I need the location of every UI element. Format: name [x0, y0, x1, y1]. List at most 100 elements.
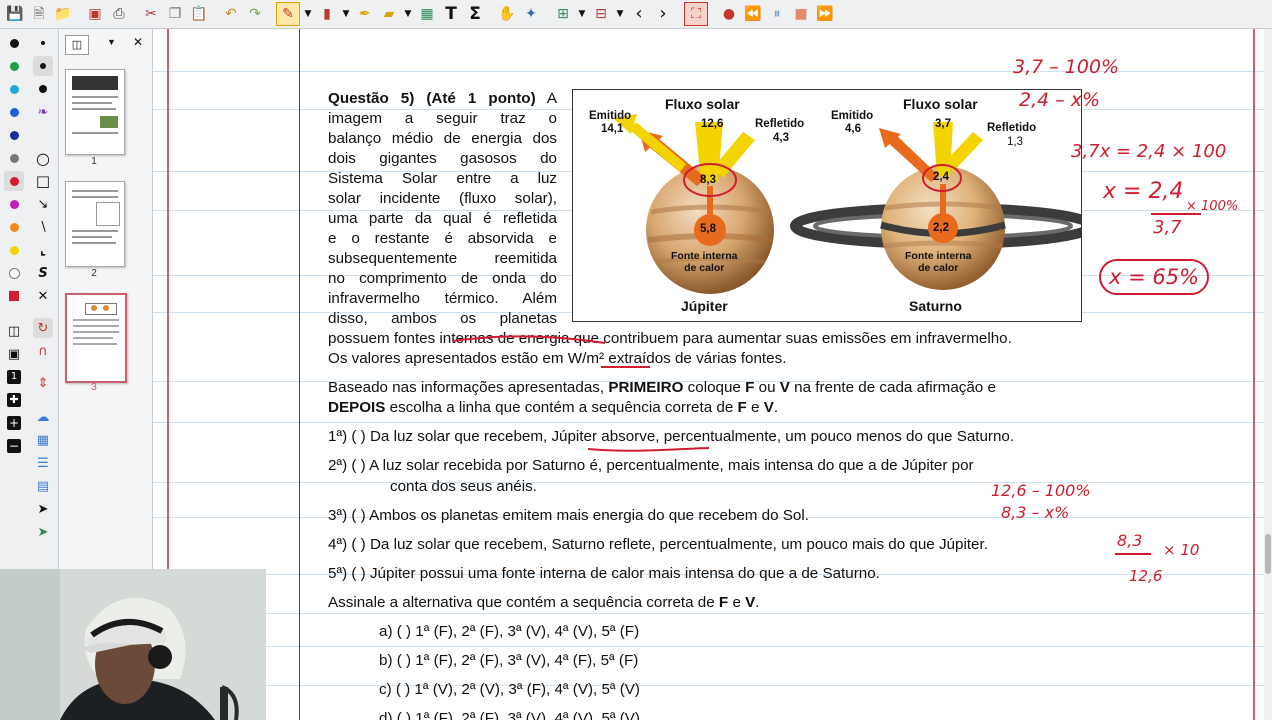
- table-icon[interactable]: ▤: [33, 476, 53, 496]
- thumbnail-page-2[interactable]: [65, 181, 125, 267]
- grid-add-icon[interactable]: ✚: [4, 390, 24, 410]
- record-icon[interactable]: ●: [718, 3, 740, 25]
- handwritten-note: 3,7x = 2,4 × 100: [1071, 141, 1227, 162]
- pen-width-small-icon[interactable]: [33, 33, 53, 53]
- chevron-down-icon[interactable]: ▼: [402, 3, 414, 25]
- line-tool-icon[interactable]: ∖: [33, 217, 53, 237]
- highlighter-icon[interactable]: ✒: [354, 3, 376, 25]
- custom-color-icon[interactable]: [4, 286, 24, 306]
- pen-tool-icon[interactable]: ✎: [276, 2, 300, 26]
- saturn-name: Saturno: [909, 298, 962, 314]
- pen-width-large-icon[interactable]: [33, 79, 53, 99]
- color-darkblue-icon[interactable]: [4, 125, 24, 145]
- axis-tool-icon[interactable]: ⌞: [33, 240, 53, 260]
- paste-icon[interactable]: 📋: [188, 3, 210, 25]
- text-tool-icon[interactable]: T: [440, 3, 462, 25]
- ruler-icon[interactable]: ✕: [33, 286, 53, 306]
- print-icon[interactable]: ⎙: [108, 3, 130, 25]
- ink-fraction-bar: [1151, 213, 1201, 215]
- saturn-internal-value: 2,2: [933, 222, 949, 234]
- export-pdf-icon[interactable]: ▣: [84, 3, 106, 25]
- internal-label-line: Fonte interna: [671, 250, 738, 262]
- delete-page-icon[interactable]: ⊟: [590, 3, 612, 25]
- zoom-in-icon[interactable]: +: [4, 413, 24, 433]
- thumbnail-page-1[interactable]: [65, 69, 125, 155]
- pause-icon[interactable]: ⏸: [766, 3, 788, 25]
- previous-page-icon[interactable]: ‹: [628, 3, 650, 25]
- page-one-icon[interactable]: 1: [4, 367, 24, 387]
- webcam-overlay: [0, 569, 266, 720]
- fullscreen-icon[interactable]: ⛶: [684, 2, 708, 26]
- handwritten-note: 3,7: [1153, 217, 1182, 238]
- saturn-internal-label: Fonte interna de calor: [905, 250, 972, 274]
- circle-tool-icon[interactable]: ○: [33, 148, 53, 168]
- move-icon[interactable]: ⇕: [33, 373, 53, 393]
- pointer-icon[interactable]: ➤: [33, 499, 53, 519]
- tool-palette: ❧ ○ □ ↘ ∖ ⌞ S ✕ ◫ ↻ ▣ ∩ 1 ⇕ ✚ + ☁ − ▦ ☰ …: [0, 29, 59, 569]
- saturn-flux-label: Fluxo solar: [903, 96, 978, 112]
- saturn-emitted-value: 4,6: [845, 123, 861, 135]
- scrollbar-thumb[interactable]: [1265, 534, 1271, 574]
- color-cyan-icon[interactable]: [4, 79, 24, 99]
- jupiter-flux-label: Fluxo solar: [665, 96, 740, 112]
- split-view-icon[interactable]: ◫: [4, 321, 24, 341]
- panel-toggle-icon[interactable]: ◫: [65, 35, 89, 55]
- chevron-down-icon[interactable]: ▼: [576, 3, 588, 25]
- copy-icon[interactable]: ❐: [164, 3, 186, 25]
- stop-icon[interactable]: ■: [790, 3, 812, 25]
- new-document-icon[interactable]: 🗎: [28, 3, 50, 25]
- color-blue-icon[interactable]: [4, 102, 24, 122]
- canvas-page[interactable]: Questão 5) (Até 1 ponto) A imagem a segu…: [153, 29, 1272, 720]
- internal-label-line: Fonte interna: [905, 250, 972, 262]
- next-page-icon[interactable]: ›: [652, 3, 674, 25]
- rectangle-tool-icon[interactable]: □: [33, 171, 53, 191]
- jupiter-absorbed-value: 8,3: [700, 174, 716, 186]
- chevron-down-icon[interactable]: ▼: [614, 3, 626, 25]
- close-icon[interactable]: ✕: [133, 35, 143, 49]
- color-magenta-icon[interactable]: [4, 194, 24, 214]
- layers-icon[interactable]: ☰: [33, 453, 53, 473]
- open-folder-icon[interactable]: 📁: [52, 3, 74, 25]
- save-icon[interactable]: 💾: [4, 3, 26, 25]
- insert-page-icon[interactable]: ⊞: [552, 3, 574, 25]
- lasso-icon[interactable]: ❧: [33, 102, 53, 122]
- vertical-scrollbar[interactable]: [1264, 29, 1272, 720]
- redo-icon[interactable]: ↷: [244, 3, 266, 25]
- cloud-icon[interactable]: ☁: [33, 407, 53, 427]
- magnet-icon[interactable]: ∩: [33, 341, 53, 361]
- energy-balance-figure: Fluxo solar Emitido 14,1 12,6 Refletido …: [572, 89, 1082, 322]
- chevron-down-icon[interactable]: ▼: [302, 3, 314, 25]
- color-black-icon[interactable]: [4, 33, 24, 53]
- fill-icon[interactable]: ▦: [33, 430, 53, 450]
- color-gray-icon[interactable]: [4, 148, 24, 168]
- ink-fraction-bar: [1115, 553, 1151, 555]
- image-icon[interactable]: ▦: [416, 3, 438, 25]
- rewind-icon[interactable]: ⏪: [742, 3, 764, 25]
- magic-wand-icon[interactable]: ✦: [520, 3, 542, 25]
- projector-icon[interactable]: ▣: [4, 344, 24, 364]
- color-yellow-icon[interactable]: [4, 240, 24, 260]
- jupiter-internal-label: Fonte interna de calor: [671, 250, 738, 274]
- pen-width-medium-icon[interactable]: [33, 56, 53, 76]
- arrow-tool-icon[interactable]: ↘: [33, 194, 53, 214]
- select-pointer-icon[interactable]: ➤: [33, 522, 53, 542]
- color-orange-icon[interactable]: [4, 217, 24, 237]
- cut-icon[interactable]: ✂: [140, 3, 162, 25]
- chevron-down-icon[interactable]: ▼: [107, 37, 116, 47]
- formula-icon[interactable]: Σ: [464, 3, 486, 25]
- thumbnail-page-3[interactable]: [65, 293, 127, 383]
- rotate-icon[interactable]: ↻: [33, 318, 53, 338]
- eraser-icon[interactable]: ▮: [316, 3, 338, 25]
- fast-forward-icon[interactable]: ⏩: [814, 3, 836, 25]
- thumbnail-number: 1: [91, 156, 97, 167]
- color-green-icon[interactable]: [4, 56, 24, 76]
- chevron-down-icon[interactable]: ▼: [340, 3, 352, 25]
- webcam-image: [0, 569, 266, 720]
- color-red-icon[interactable]: [4, 171, 24, 191]
- spline-tool-icon[interactable]: S: [33, 263, 53, 283]
- zoom-out-icon[interactable]: −: [4, 436, 24, 456]
- hand-icon[interactable]: ✋: [496, 3, 518, 25]
- color-white-icon[interactable]: [4, 263, 24, 283]
- undo-icon[interactable]: ↶: [220, 3, 242, 25]
- shapes-icon[interactable]: ▰: [378, 3, 400, 25]
